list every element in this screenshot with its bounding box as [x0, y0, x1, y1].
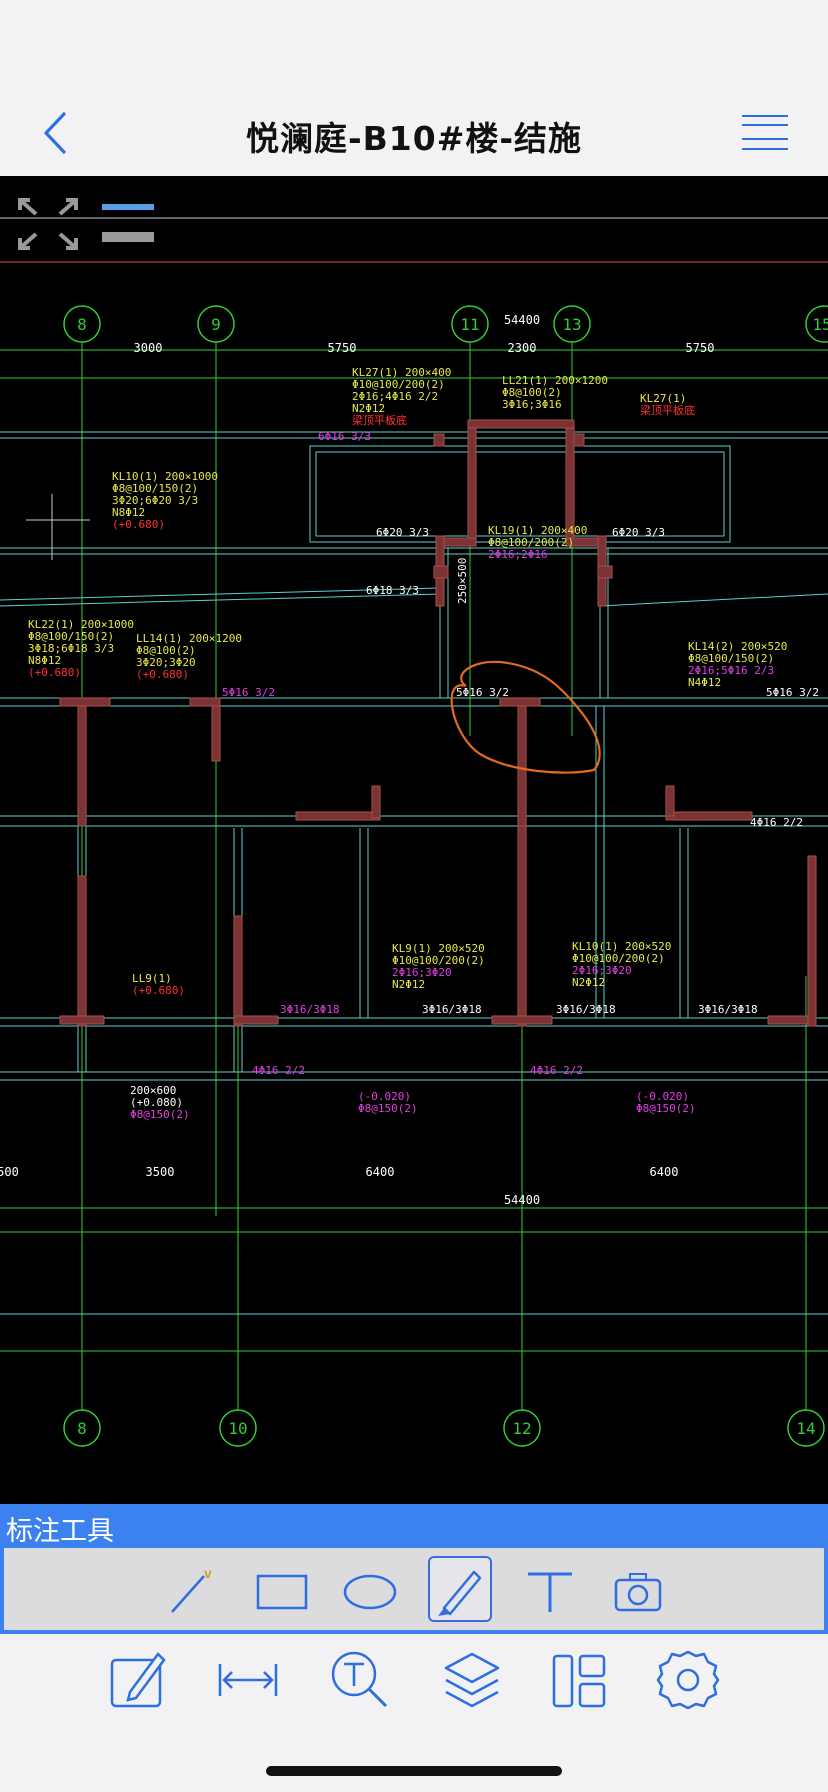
- top-span-4: 5750: [686, 341, 715, 355]
- camera-tool-button[interactable]: [608, 1558, 668, 1620]
- axis-label-9: 9: [211, 315, 221, 334]
- menu-button[interactable]: [740, 112, 790, 154]
- beam-note: N4Φ12: [688, 676, 721, 689]
- rebar-label: 3Φ16/3Φ18: [698, 1003, 758, 1016]
- rebar-label: 5Φ16 3/2: [456, 686, 509, 699]
- line-tool-button[interactable]: v: [164, 1558, 224, 1620]
- layers-button[interactable]: [440, 1648, 504, 1712]
- menu-icon: [742, 115, 788, 150]
- top-span-2: 5750: [328, 341, 357, 355]
- svg-text:v: v: [204, 1565, 212, 1581]
- top-span-3: 2300: [508, 341, 537, 355]
- annotation-toolbar: v: [0, 1546, 828, 1634]
- axis-label-bottom-14: 14: [796, 1419, 815, 1438]
- measure-icon: [218, 1664, 278, 1696]
- home-indicator[interactable]: [266, 1766, 562, 1776]
- beam-note: N2Φ12: [392, 978, 425, 991]
- camera-icon: [614, 1573, 662, 1612]
- annotation-tools-header: 标注工具: [0, 1504, 828, 1547]
- annotation-tools-title: 标注工具: [6, 1516, 114, 1547]
- ellipse-tool-button[interactable]: [340, 1558, 400, 1620]
- layout-button[interactable]: [548, 1648, 612, 1712]
- axis-label-11: 11: [460, 315, 479, 334]
- back-button[interactable]: [36, 108, 80, 158]
- rebar-label: 5Φ16 3/2: [222, 686, 275, 699]
- edit-icon: [110, 1652, 166, 1708]
- top-span-1: 3000: [134, 341, 163, 355]
- layers-icon: [444, 1652, 500, 1708]
- rebar-label: 3Φ16/3Φ18: [280, 1003, 340, 1016]
- axis-label-15: 15: [812, 315, 828, 334]
- beam-note: 梁顶平板底: [640, 403, 695, 417]
- layer-toggle-icon[interactable]: [102, 204, 154, 242]
- navigation-bar: 悦澜庭-B10#楼-结施: [0, 90, 828, 177]
- ellipse-icon: [343, 1574, 397, 1610]
- pen-icon: [438, 1570, 482, 1616]
- axis-label-8: 8: [77, 315, 87, 334]
- status-bar: [0, 0, 828, 90]
- bottom-toolbar: [0, 1634, 828, 1792]
- axis-label-13: 13: [562, 315, 581, 334]
- top-total-dimension: 54400: [504, 313, 540, 327]
- settings-icon: [656, 1650, 720, 1710]
- bottom-span-1: 500: [0, 1165, 19, 1179]
- settings-button[interactable]: [656, 1648, 720, 1712]
- axis-label-bottom-12: 12: [512, 1419, 531, 1438]
- rebar-label: 4Φ16 2/2: [530, 1064, 583, 1077]
- rebar-label: 5Φ16 3/2: [766, 686, 819, 699]
- chevron-left-icon: [44, 112, 66, 154]
- drawing-canvas[interactable]: 8 9 11 13 15 8 10 12 14 54400 3000 5750 …: [0, 176, 828, 1504]
- text-icon: [528, 1572, 572, 1612]
- rebar-label: 4Φ16 2/2: [750, 816, 803, 829]
- rebar-label: 6Φ18 3/3: [366, 584, 419, 597]
- rectangle-icon: [256, 1574, 308, 1610]
- edit-button[interactable]: [106, 1648, 170, 1712]
- beam-note: 梁顶平板底: [352, 413, 407, 427]
- beam-note: 2Φ16;2Φ16: [488, 548, 548, 561]
- layout-icon: [552, 1654, 606, 1708]
- beam-note: Φ8@150(2): [636, 1102, 696, 1115]
- beam-note: N2Φ12: [572, 976, 605, 989]
- bottom-span-3: 6400: [366, 1165, 395, 1179]
- beam-note: (+0.680): [136, 668, 189, 681]
- rebar-label: 3Φ16/3Φ18: [556, 1003, 616, 1016]
- axis-label-bottom-8: 8: [77, 1419, 87, 1438]
- rebar-label: 6Φ20 3/3: [612, 526, 665, 539]
- text-search-button[interactable]: [328, 1648, 392, 1712]
- measure-button[interactable]: [216, 1648, 280, 1712]
- bottom-span-2: 3500: [146, 1165, 175, 1179]
- beam-note: (+0.680): [112, 518, 165, 531]
- rebar-label: 6Φ20 3/3: [376, 526, 429, 539]
- bottom-total-dimension: 54400: [504, 1193, 540, 1207]
- beam-note: Φ8@150(2): [130, 1108, 190, 1121]
- text-tool-button[interactable]: [520, 1558, 580, 1620]
- beam-note: (+0.680): [132, 984, 185, 997]
- rebar-label: 3Φ16/3Φ18: [422, 1003, 482, 1016]
- beam-note: Φ8@150(2): [358, 1102, 418, 1115]
- rectangle-tool-button[interactable]: [252, 1558, 312, 1620]
- beam-note: (+0.680): [28, 666, 81, 679]
- line-icon: v: [171, 1565, 212, 1613]
- fullscreen-icon[interactable]: [14, 194, 82, 256]
- annotation-toolbar-inner: v: [4, 1548, 824, 1630]
- axis-label-bottom-10: 10: [228, 1419, 247, 1438]
- rebar-label: 250×500: [456, 558, 469, 604]
- text-search-icon: [331, 1651, 388, 1708]
- beam-note: 3Φ16;3Φ16: [502, 398, 562, 411]
- rebar-label: 4Φ16 2/2: [252, 1064, 305, 1077]
- page-title: 悦澜庭-B10#楼-结施: [245, 119, 583, 158]
- bottom-span-4: 6400: [650, 1165, 679, 1179]
- rebar-label: 6Φ16 3/3: [318, 430, 371, 443]
- pen-tool-button[interactable]: [428, 1556, 492, 1622]
